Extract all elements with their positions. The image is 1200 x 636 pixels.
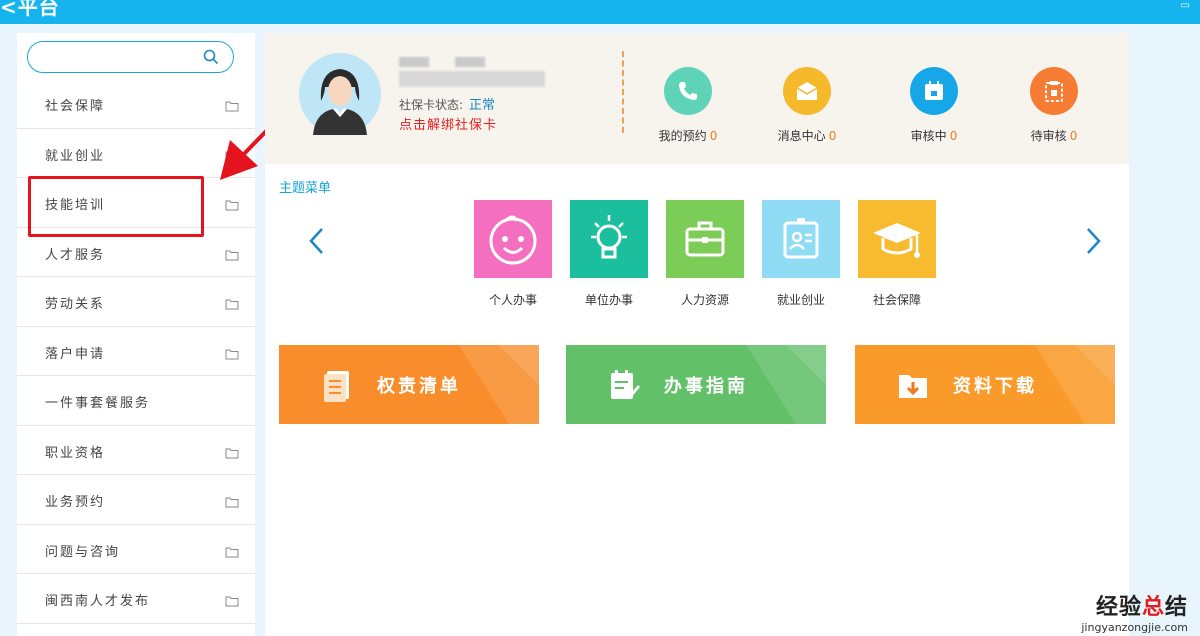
banner-decoration xyxy=(1035,345,1115,424)
document-list-icon xyxy=(319,367,355,403)
sidebar-item-label: 一件事套餐服务 xyxy=(45,396,151,411)
guide-pen-icon xyxy=(606,367,642,403)
theme-tile-label: 就业创业 xyxy=(776,293,825,307)
status-label: 社保卡状态: xyxy=(399,98,464,112)
theme-tile-label: 人力资源 xyxy=(680,293,729,307)
sidebar-item-label: 劳动关系 xyxy=(45,297,106,312)
folder-icon xyxy=(225,543,239,557)
theme-tile-label: 社会保障 xyxy=(872,293,921,307)
theme-menu-title: 主题菜单 xyxy=(279,181,332,196)
theme-tile[interactable]: 单位办事 xyxy=(570,200,648,308)
search-box[interactable] xyxy=(27,41,234,73)
stat-label: 审核中 xyxy=(910,129,947,143)
sidebar-item-label: 职业资格 xyxy=(45,445,106,461)
calendar-icon xyxy=(910,67,958,115)
sidebar-item[interactable]: 业务预约 xyxy=(17,475,255,525)
stat-item[interactable]: 我的预约 0 xyxy=(643,67,733,144)
banner-decoration xyxy=(746,345,826,424)
sidebar-item-label: 就业创业 xyxy=(45,148,106,164)
divider xyxy=(622,51,624,133)
stat-text: 我的预约 0 xyxy=(643,127,733,144)
theme-tile[interactable]: 就业创业 xyxy=(762,200,840,308)
top-bar: <平台 ▭ xyxy=(0,0,1200,24)
sidebar-item[interactable]: 落户申请 xyxy=(17,327,255,376)
banner-button[interactable]: 资料下载 xyxy=(855,345,1115,424)
sidebar-item-label: 人才服务 xyxy=(45,247,106,263)
theme-tile[interactable]: 社会保障 xyxy=(858,200,936,308)
folder-icon xyxy=(225,295,239,310)
stat-text: 消息中心 0 xyxy=(762,127,852,144)
theme-tile[interactable]: 人力资源 xyxy=(666,200,744,308)
sidebar-item-label: 社会保障 xyxy=(45,99,106,114)
id-badge-icon xyxy=(762,200,840,278)
highlight-box xyxy=(28,176,204,237)
stat-label: 消息中心 xyxy=(777,129,826,143)
lightbulb-icon xyxy=(570,200,648,278)
prev-arrow-icon[interactable] xyxy=(307,226,327,256)
graduation-cap-icon xyxy=(858,200,936,278)
sidebar-item[interactable]: 问题与咨询 xyxy=(17,525,255,574)
download-folder-icon xyxy=(895,367,931,403)
sidebar-item-label: 业务预约 xyxy=(45,495,106,510)
sidebar-item[interactable]: 劳动关系 xyxy=(17,277,255,327)
mail-icon xyxy=(783,67,831,115)
avatar[interactable] xyxy=(299,53,381,135)
window-control-icon[interactable]: ▭ xyxy=(1181,0,1190,11)
folder-icon xyxy=(225,246,239,260)
stat-item[interactable]: 审核中 0 xyxy=(889,67,979,144)
unbind-card-link[interactable]: 点击解绑社保卡 xyxy=(399,114,497,133)
stat-count: 0 xyxy=(709,129,718,143)
banner-button[interactable]: 办事指南 xyxy=(566,345,826,424)
folder-icon xyxy=(225,493,239,508)
baby-face-icon xyxy=(474,200,552,278)
watermark-url: jingyanzongjie.com xyxy=(1081,621,1188,634)
stat-text: 待审核 0 xyxy=(1009,127,1099,144)
app-title: <平台 xyxy=(0,0,60,19)
watermark-text-3: 结 xyxy=(1164,595,1188,620)
sidebar-item[interactable]: 闽西南人才发布 xyxy=(17,574,255,624)
next-arrow-icon[interactable] xyxy=(1083,226,1103,256)
user-name-blurred xyxy=(399,57,545,93)
stat-count: 0 xyxy=(1069,129,1078,143)
folder-icon xyxy=(225,444,239,458)
sidebar-item[interactable]: 职业资格 xyxy=(17,426,255,475)
briefcase-icon xyxy=(666,200,744,278)
search-input[interactable] xyxy=(42,48,202,66)
theme-tile[interactable]: 个人办事 xyxy=(474,200,552,308)
stat-label: 我的预约 xyxy=(658,129,707,143)
sidebar-item[interactable]: 一件事套餐服务 xyxy=(17,376,255,426)
banner-decoration xyxy=(459,345,539,424)
banner-button[interactable]: 权责清单 xyxy=(279,345,539,424)
watermark: 经验总结 jingyanzongjie.com xyxy=(1081,589,1188,634)
phone-icon xyxy=(664,67,712,115)
status-value: 正常 xyxy=(469,98,496,113)
theme-tile-label: 个人办事 xyxy=(488,293,537,307)
stat-item[interactable]: 消息中心 0 xyxy=(762,67,852,144)
stat-count: 0 xyxy=(949,129,958,143)
watermark-text-2: 总 xyxy=(1141,595,1165,620)
social-card-status: 社保卡状态: 正常 xyxy=(399,94,495,113)
stat-item[interactable]: 待审核 0 xyxy=(1009,67,1099,144)
search-icon[interactable] xyxy=(203,49,219,65)
clipboard-icon xyxy=(1030,67,1078,115)
folder-icon xyxy=(225,592,239,607)
stat-label: 待审核 xyxy=(1030,129,1067,143)
theme-tile-label: 单位办事 xyxy=(584,293,633,307)
main-panel: 社保卡状态: 正常 点击解绑社保卡 我的预约 0 消息中心 0 审核中 0 待审核 0 主题菜单… xyxy=(265,33,1129,636)
stat-text: 审核中 0 xyxy=(889,127,979,144)
profile-panel: 社保卡状态: 正常 点击解绑社保卡 我的预约 0 消息中心 0 审核中 0 待审核 0 xyxy=(265,33,1129,164)
stat-count: 0 xyxy=(828,129,837,143)
folder-icon xyxy=(225,345,239,359)
sidebar-item-label: 问题与咨询 xyxy=(45,544,121,560)
watermark-text-1: 经验 xyxy=(1095,595,1142,620)
sidebar-item-label: 落户申请 xyxy=(45,346,106,362)
sidebar-item-label: 闽西南人才发布 xyxy=(45,594,151,609)
